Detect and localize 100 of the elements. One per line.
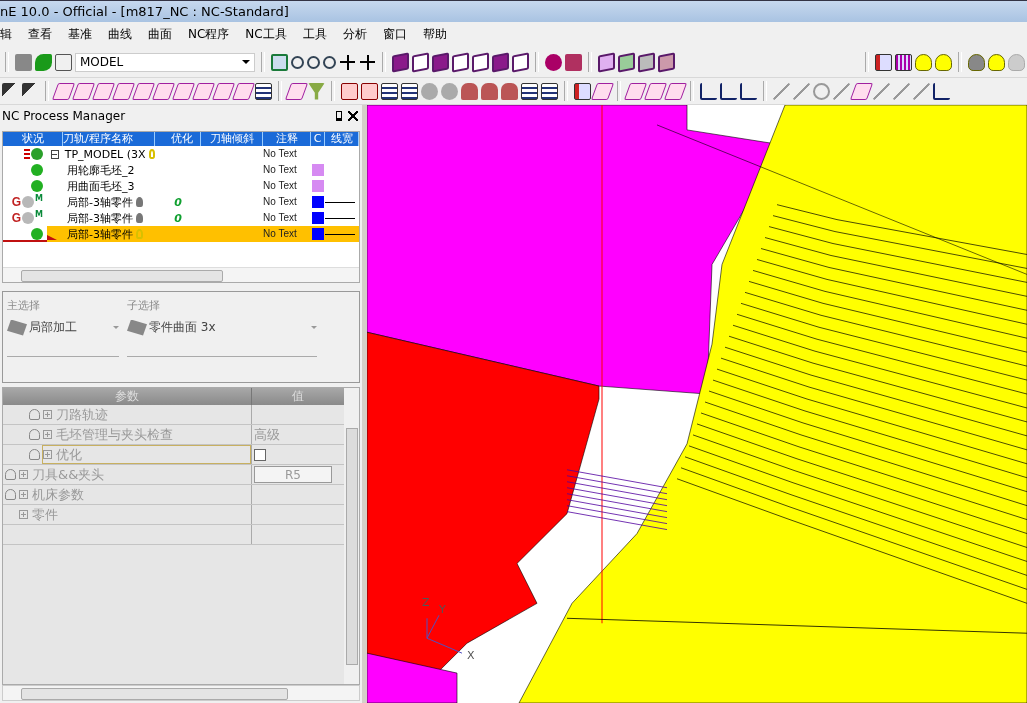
menu-item[interactable]: 查看 [20, 26, 60, 43]
layer-icon[interactable] [35, 53, 52, 71]
pin-icon[interactable] [336, 111, 342, 121]
cube-icon[interactable] [638, 52, 655, 72]
plane-icon[interactable] [111, 82, 136, 100]
bulb-icon[interactable] [135, 213, 143, 223]
menu-item[interactable]: 辑 [0, 26, 20, 43]
menu-item[interactable]: 基准 [60, 26, 100, 43]
optimize-value: 0 [174, 195, 182, 209]
plane-icon[interactable] [51, 82, 76, 100]
axis-triad-icon [426, 614, 463, 654]
layer-dropdown[interactable]: MODEL [75, 52, 255, 72]
cube-icon[interactable] [452, 52, 469, 72]
table-row[interactable]: G M 局部-3轴零件 0 No Text [3, 194, 359, 210]
menu-item[interactable]: 曲线 [100, 26, 140, 43]
column-header[interactable]: 注释 [263, 132, 311, 146]
list-icon[interactable] [255, 82, 272, 100]
column-header[interactable]: 刀轴倾斜 [201, 132, 263, 146]
axis-label: X [467, 649, 475, 663]
bulb-icon[interactable] [988, 53, 1005, 71]
plane-icon[interactable] [91, 82, 116, 100]
cube-icon[interactable] [598, 52, 615, 72]
bulb-icon[interactable] [135, 197, 143, 207]
main-select-dropdown[interactable]: 局部加工 [7, 319, 119, 357]
cube-icon[interactable] [412, 52, 429, 72]
menu-item[interactable]: 帮助 [414, 26, 455, 43]
color-swatch[interactable] [312, 228, 324, 240]
axes-icon[interactable] [700, 82, 717, 100]
plane-icon[interactable] [663, 82, 688, 100]
field-label: 子选择 [127, 298, 161, 313]
plane-icon[interactable] [211, 82, 236, 100]
axis-label: Z [422, 596, 430, 610]
check-icon [31, 164, 43, 176]
optimize-value: 0 [174, 211, 182, 225]
toolpath-name: 局部-3轴零件 [67, 226, 133, 242]
plane-icon[interactable] [191, 82, 216, 100]
color-swatch[interactable] [312, 164, 324, 176]
plane-icon[interactable] [849, 82, 874, 100]
caret-icon [242, 60, 250, 64]
plane-icon[interactable] [131, 82, 156, 100]
modified-mark: M [35, 194, 43, 203]
checkbox[interactable] [254, 448, 266, 461]
check-icon [31, 180, 43, 192]
note-text: No Text [263, 179, 298, 193]
plane-icon[interactable] [623, 82, 648, 100]
vertical-scrollbar[interactable] [344, 388, 359, 684]
collapse-icon[interactable] [51, 149, 59, 159]
bulb-icon[interactable] [968, 53, 985, 71]
modified-mark: M [35, 210, 43, 219]
table-row[interactable]: G M 局部-3轴零件 0 No Text [3, 210, 359, 226]
axes-icon[interactable] [720, 82, 737, 100]
menu-item[interactable]: NC程序 [180, 26, 238, 43]
color-swatch[interactable] [312, 180, 324, 192]
table-row[interactable]: TP_MODEL (3X No Text [3, 146, 359, 162]
horizontal-scrollbar[interactable] [2, 685, 360, 701]
color-swatch[interactable] [312, 196, 324, 208]
cube-icon[interactable] [472, 52, 489, 72]
cube-icon[interactable] [392, 52, 409, 72]
table-row[interactable]: 用曲面毛坯_3 No Text [3, 178, 359, 194]
plane-icon[interactable] [151, 82, 176, 100]
cube-icon[interactable] [658, 52, 675, 72]
menu-item[interactable]: 分析 [334, 26, 375, 43]
list-icon[interactable] [521, 82, 538, 100]
column-header[interactable]: 刀轨/程序名称 [63, 132, 155, 146]
close-icon[interactable] [348, 111, 358, 121]
menu-item[interactable]: 工具 [294, 26, 335, 43]
plane-icon[interactable] [231, 82, 256, 100]
color-swatch[interactable] [312, 212, 324, 224]
gouge-mark: G [11, 211, 22, 225]
column-header[interactable]: C [311, 132, 325, 146]
cube-icon[interactable] [618, 52, 635, 72]
column-header[interactable]: 状况 [3, 132, 63, 146]
column-header[interactable]: 线宽 [325, 132, 359, 146]
menu-item[interactable]: NC工具 [237, 26, 295, 43]
column-header[interactable]: 优化 [163, 132, 201, 146]
sub-select-dropdown[interactable]: 零件曲面 3x [127, 319, 317, 357]
cube-icon[interactable] [432, 52, 449, 72]
menu-item[interactable]: 窗口 [374, 26, 415, 43]
list-icon[interactable] [381, 82, 398, 100]
screen-icon[interactable] [271, 53, 288, 71]
plane-icon[interactable] [71, 82, 96, 100]
plane-icon[interactable] [643, 82, 668, 100]
bulb-icon[interactable] [915, 53, 932, 71]
horizontal-scrollbar[interactable] [3, 267, 359, 282]
menu-item[interactable]: 曲面 [140, 26, 180, 43]
plane-icon[interactable] [171, 82, 196, 100]
status-bars-icon [24, 149, 30, 159]
selected-row[interactable]: 局部-3轴零件 No Text [3, 226, 359, 242]
table-row[interactable]: 用轮廓毛坯_2 No Text [3, 162, 359, 178]
note-text: No Text [263, 163, 298, 177]
column-header: 参数 [114, 388, 140, 405]
list-icon[interactable] [401, 82, 418, 100]
check-icon [31, 228, 43, 240]
plane-icon[interactable] [284, 82, 309, 100]
cube-icon[interactable] [492, 52, 509, 72]
panel-title: NC Process Manager [2, 109, 127, 123]
plane-icon[interactable] [590, 82, 615, 100]
bulb-icon[interactable] [935, 53, 952, 71]
list-icon[interactable] [541, 82, 558, 100]
cube-icon[interactable] [512, 52, 529, 72]
